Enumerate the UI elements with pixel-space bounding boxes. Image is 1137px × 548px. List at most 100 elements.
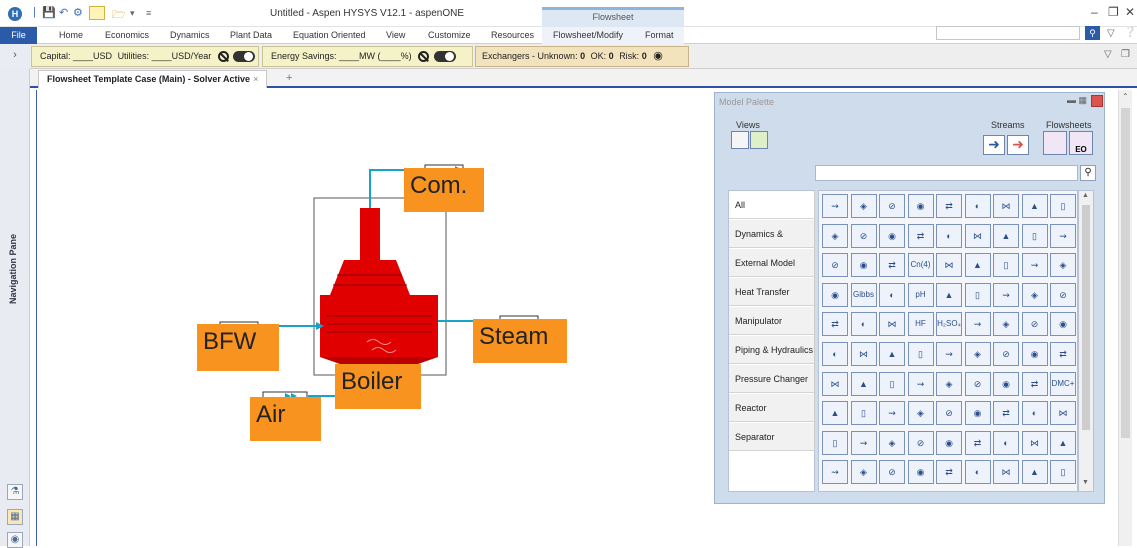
add-tab-icon[interactable]: + [286, 72, 292, 84]
navigation-pane[interactable]: Navigation Pane ⚗ ▦ ◉ [0, 69, 30, 548]
unit-op-icon[interactable]: ▯ [907, 342, 934, 366]
unit-op-icon[interactable]: ◉ [907, 194, 934, 218]
unit-op-icon[interactable]: ▯ [850, 401, 877, 426]
simulation-icon[interactable]: ▦ [7, 509, 23, 525]
customize-qat-icon[interactable]: ≡ [146, 8, 151, 18]
unit-op-icon[interactable]: ▯ [1021, 223, 1048, 248]
unit-op-icon[interactable]: ◐ [964, 194, 991, 218]
tab-home[interactable]: Home [59, 30, 83, 40]
unit-op-icon[interactable]: ▲ [1050, 430, 1076, 455]
unit-op-icon[interactable]: ⊘ [879, 194, 905, 218]
unit-op-icon[interactable]: ◈ [850, 460, 877, 485]
category-manipulator[interactable]: Manipulator [729, 307, 815, 335]
help-options-icon[interactable]: ▽ [1107, 28, 1115, 39]
category-heat-transfer[interactable]: Heat Transfer [729, 278, 815, 306]
palette-search-icon[interactable]: ⚲ [1080, 165, 1096, 181]
unit-op-icon[interactable]: ▲ [822, 401, 848, 426]
tab-economics[interactable]: Economics [105, 30, 149, 40]
save-icon[interactable]: 💾 [42, 6, 56, 19]
search-icon[interactable]: ⚲ [1085, 26, 1100, 40]
unit-op-icon[interactable]: ◈ [1050, 253, 1076, 278]
ribbon-search-input[interactable] [936, 26, 1080, 40]
eo-subflowsheet-icon[interactable]: EO [1069, 131, 1093, 155]
unit-op-icon[interactable]: ◐ [850, 312, 877, 337]
unit-op-icon[interactable]: ⇝ [822, 460, 848, 485]
palette-search-input[interactable] [815, 165, 1078, 181]
unit-op-icon[interactable]: ⋈ [1021, 430, 1048, 455]
unit-op-icon[interactable]: ▲ [993, 223, 1019, 248]
unit-op-icon[interactable]: ⇝ [1050, 223, 1076, 248]
unit-op-icon[interactable]: ▯ [1050, 460, 1076, 485]
unit-op-icon[interactable]: ◈ [993, 312, 1019, 337]
unit-op-icon[interactable]: ◉ [1021, 342, 1048, 366]
category-all[interactable]: All [729, 191, 815, 219]
properties-icon[interactable]: ⚗ [7, 484, 23, 500]
canvas-scrollbar[interactable]: ⌃ [1118, 90, 1132, 546]
unit-op-icon[interactable]: ◈ [1021, 282, 1048, 307]
unit-op-icon[interactable]: ▯ [822, 430, 848, 455]
unit-op-icon[interactable]: ⊘ [1050, 282, 1076, 307]
exchanger-eye-icon[interactable]: ◉ [653, 50, 663, 62]
scroll-up-icon[interactable]: ▲ [1082, 192, 1089, 199]
stream-label-bfw[interactable]: BFW [197, 324, 279, 371]
category-reactor[interactable]: Reactor [729, 394, 815, 422]
unit-op-h2so4-icon[interactable]: H₂SO₄ [936, 312, 962, 337]
unit-op-icon[interactable]: ⇝ [850, 430, 877, 455]
energy-stream-icon[interactable]: ➜ [1007, 135, 1029, 155]
unit-op-icon[interactable]: ◈ [879, 430, 905, 455]
unit-op-icon[interactable]: ⇄ [1021, 371, 1048, 396]
unit-op-icon[interactable]: ⋈ [879, 312, 905, 337]
unit-op-icon[interactable]: ◉ [964, 401, 991, 426]
category-separator[interactable]: Separator [729, 423, 815, 451]
stream-label-air[interactable]: Air [250, 397, 321, 441]
unit-op-icon[interactable]: ⇄ [936, 460, 962, 485]
unit-op-icon[interactable]: ⊘ [964, 371, 991, 396]
unit-op-icon[interactable]: ⇄ [907, 223, 934, 248]
close-tab-icon[interactable]: × [253, 74, 258, 84]
unit-op-icon[interactable]: ⇝ [993, 282, 1019, 307]
unit-op-icon[interactable]: ⇄ [936, 194, 962, 218]
palette-list-view-icon[interactable] [731, 131, 749, 149]
unit-op-icon[interactable]: ⋈ [822, 371, 848, 396]
unit-op-icon[interactable]: ◉ [993, 371, 1019, 396]
tab-view[interactable]: View [386, 30, 405, 40]
unit-op-icon[interactable]: ▯ [1050, 194, 1076, 218]
unit-op-icon[interactable]: ⇝ [936, 342, 962, 366]
unit-op-icon[interactable]: ◈ [936, 371, 962, 396]
expand-nav-icon[interactable]: › [0, 44, 30, 69]
energy-toggle[interactable] [433, 51, 456, 63]
unit-op-icon[interactable]: ⇝ [1021, 253, 1048, 278]
scroll-down-icon[interactable]: ▼ [1082, 479, 1089, 486]
unit-op-icon[interactable]: ⇄ [964, 430, 991, 455]
tab-resources[interactable]: Resources [491, 30, 534, 40]
close-icon[interactable]: ✕ [1125, 5, 1135, 19]
unit-op-icon[interactable]: ⇄ [1050, 342, 1076, 366]
unit-op-ph-icon[interactable]: pH [907, 282, 934, 307]
unit-op-icon[interactable]: ◐ [1021, 401, 1048, 426]
boiler-unit-icon[interactable] [320, 208, 438, 364]
unit-op-icon[interactable]: ⋈ [936, 253, 962, 278]
quick-access-icon[interactable]: ⚙ [73, 6, 83, 19]
tab-flowsheet-modify[interactable]: Flowsheet/Modify [553, 30, 623, 40]
canvas-scroll-thumb[interactable] [1121, 108, 1130, 438]
model-palette[interactable]: Model Palette ▬ ▦ Views Streams ➜ ➜ Flow… [714, 92, 1105, 504]
unit-op-icon[interactable]: ⊘ [1021, 312, 1048, 337]
unit-op-icon[interactable]: ◐ [936, 223, 962, 248]
unit-op-icon[interactable]: ⋈ [964, 223, 991, 248]
category-external-model[interactable]: External Model [729, 249, 815, 277]
unit-op-icon[interactable]: ◈ [822, 223, 848, 248]
unit-op-hf-icon[interactable]: HF [907, 312, 934, 337]
unit-op-icon[interactable]: ◉ [936, 430, 962, 455]
undo-icon[interactable]: ↶ [59, 6, 68, 19]
unit-op-icon[interactable]: ⊘ [907, 430, 934, 455]
flowsheet-drawing[interactable] [37, 90, 717, 546]
help-icon[interactable]: ❔ [1124, 27, 1136, 38]
unit-op-icon[interactable]: ◈ [964, 342, 991, 366]
stream-label-com[interactable]: Com. [404, 168, 484, 212]
stream-label-steam[interactable]: Steam [473, 319, 567, 363]
unit-op-icon[interactable]: ◈ [907, 401, 934, 426]
unit-op-icon[interactable]: ⋈ [993, 194, 1019, 218]
category-piping-hydraulics[interactable]: Piping & Hydraulics [729, 336, 815, 364]
tab-equation-oriented[interactable]: Equation Oriented [293, 30, 366, 40]
unit-op-cn-icon[interactable]: Cn(4) [907, 253, 934, 278]
